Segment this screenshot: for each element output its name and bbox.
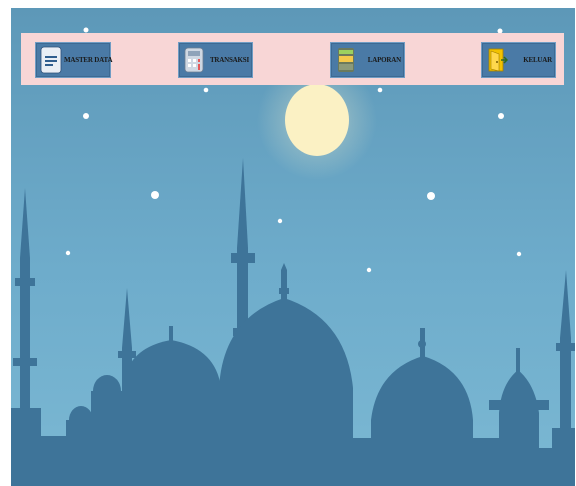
transaksi-label: TRANSAKSI bbox=[209, 56, 249, 64]
exit-door-icon bbox=[488, 48, 508, 72]
laporan-label: LAPORAN bbox=[367, 56, 401, 64]
document-icon bbox=[40, 46, 62, 74]
moon bbox=[285, 84, 349, 156]
laporan-button[interactable]: LAPORAN bbox=[330, 42, 405, 78]
keluar-label: KELUAR bbox=[523, 56, 552, 64]
master-data-label: MASTER DATA bbox=[64, 56, 113, 64]
app-window: MASTER DATA TRANSAKSI LAPORAN KELUAR bbox=[0, 0, 576, 486]
main-menu-bar: MASTER DATA TRANSAKSI LAPORAN KELUAR bbox=[21, 33, 564, 85]
keluar-button[interactable]: KELUAR bbox=[481, 42, 556, 78]
transaksi-button[interactable]: TRANSAKSI bbox=[178, 42, 253, 78]
master-data-button[interactable]: MASTER DATA bbox=[35, 42, 112, 78]
report-box-icon bbox=[338, 48, 354, 72]
calculator-icon bbox=[184, 47, 204, 73]
